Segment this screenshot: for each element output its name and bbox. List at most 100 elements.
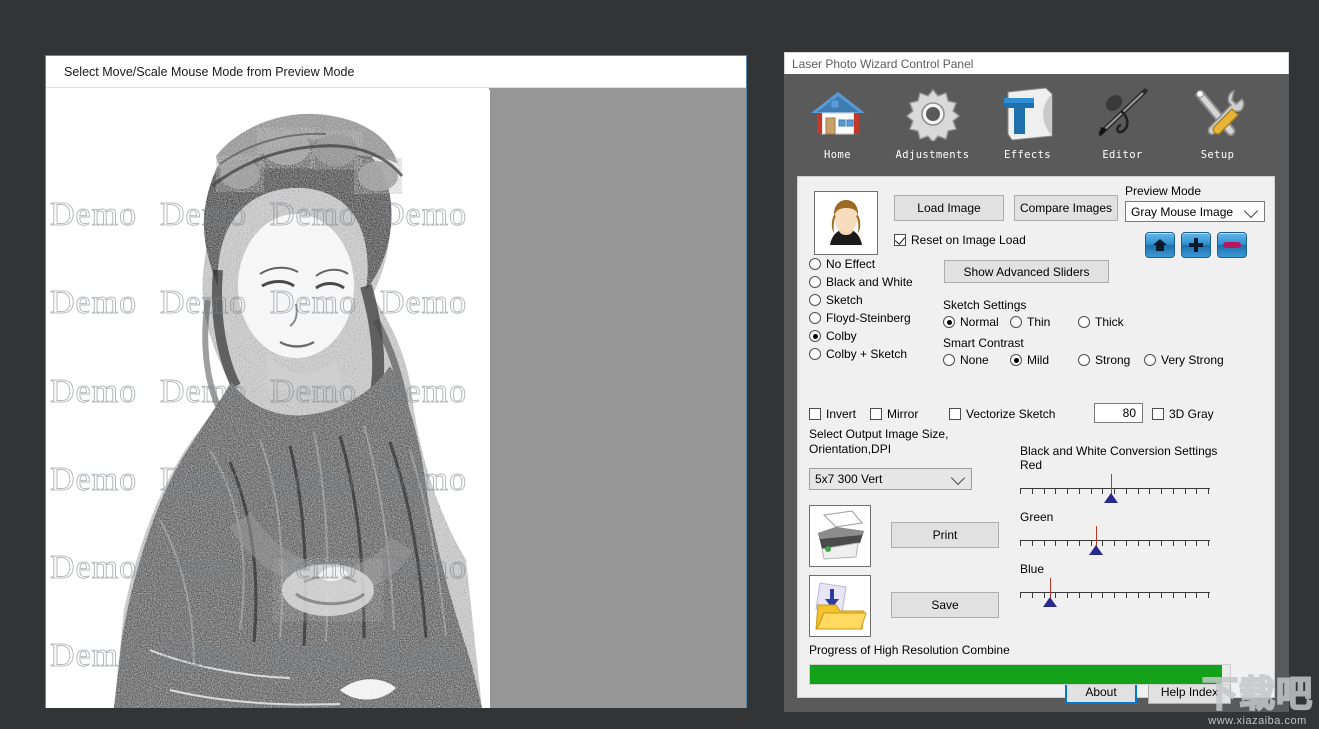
sketch-option-thick[interactable]: Thick	[1078, 315, 1124, 329]
toolbar-item-effects[interactable]: Effects	[980, 83, 1075, 161]
gear-icon	[905, 83, 961, 145]
preview-window-title: Select Move/Scale Mouse Mode from Previe…	[46, 56, 746, 88]
effect-option-floyd-steinberg[interactable]: Floyd-Steinberg	[809, 311, 911, 325]
toolbar-item-adjustments[interactable]: Adjustments	[885, 83, 980, 161]
progress-label: Progress of High Resolution Combine	[809, 643, 1010, 657]
radio-dot	[809, 312, 821, 324]
effect-option-sketch[interactable]: Sketch	[809, 293, 863, 307]
radio-dot	[809, 348, 821, 360]
contrast-option-label: Mild	[1027, 353, 1050, 367]
printer-icon	[818, 510, 864, 560]
canvas-gray-area	[489, 88, 746, 708]
progress-bar-fill	[810, 665, 1222, 684]
preview-photo	[90, 90, 490, 708]
load-image-button[interactable]: Load Image	[894, 195, 1004, 221]
toolbar-item-editor[interactable]: Editor	[1075, 83, 1170, 161]
progress-bar	[809, 664, 1231, 685]
effect-option-black-and-white[interactable]: Black and White	[809, 275, 913, 289]
effect-option-label: Colby	[826, 329, 857, 343]
slider-green[interactable]	[1020, 526, 1210, 556]
slider-label-red: Red	[1020, 458, 1043, 472]
checkbox-box	[809, 408, 821, 420]
contrast-option-strong[interactable]: Strong	[1078, 353, 1130, 367]
effect-option-no-effect[interactable]: No Effect	[809, 257, 875, 271]
toolbar: Home Adjustments Effects Editor Setup	[784, 74, 1289, 176]
print-button[interactable]: Print	[891, 522, 999, 548]
radio-dot	[1078, 316, 1090, 328]
toolbar-label-adjustments: Adjustments	[895, 149, 970, 161]
preview-window: Select Move/Scale Mouse Mode from Previe…	[45, 55, 747, 708]
printer-icon-box[interactable]	[809, 505, 871, 567]
radio-dot	[1078, 354, 1090, 366]
three-d-gray-label: 3D Gray	[1169, 407, 1214, 421]
toolbar-item-setup[interactable]: Setup	[1170, 83, 1265, 161]
effect-option-label: Colby + Sketch	[826, 347, 908, 361]
radio-dot	[1010, 316, 1022, 328]
mirror-checkbox[interactable]: Mirror	[870, 407, 918, 421]
sketch-option-normal[interactable]: Normal	[943, 315, 999, 329]
slider-thumb[interactable]	[1043, 597, 1057, 607]
reset-on-image-load-checkbox[interactable]: Reset on Image Load	[894, 233, 1026, 247]
checkbox-box	[949, 408, 961, 420]
radio-dot	[809, 330, 821, 342]
image-thumbnail[interactable]	[814, 191, 878, 255]
home-icon	[1153, 239, 1167, 251]
tools-wrench-screwdriver-icon	[1190, 83, 1246, 145]
contrast-option-very-strong[interactable]: Very Strong	[1144, 353, 1224, 367]
output-size-select[interactable]: 5x7 300 Vert	[809, 468, 972, 490]
effect-option-colby[interactable]: Colby	[809, 329, 857, 343]
effect-option-label: Black and White	[826, 275, 913, 289]
checkbox-box	[1152, 408, 1164, 420]
invert-checkbox[interactable]: Invert	[809, 407, 856, 421]
contrast-option-mild[interactable]: Mild	[1010, 353, 1049, 367]
radio-dot	[1010, 354, 1022, 366]
output-size-value: 5x7 300 Vert	[815, 472, 883, 486]
chevron-down-icon	[1243, 203, 1259, 218]
vectorize-sketch-label: Vectorize Sketch	[966, 407, 1056, 421]
effect-option-label: Floyd-Steinberg	[826, 311, 911, 325]
slider-thumb[interactable]	[1089, 545, 1103, 555]
panel-body: Load Image Compare Images Reset on Image…	[797, 176, 1275, 704]
zoom-out-button[interactable]	[1217, 232, 1247, 258]
preview-canvas[interactable]: DemoDemoDemoDemoDemoDemoDemoDemoDemoDemo…	[46, 88, 746, 708]
radio-dot	[809, 294, 821, 306]
compare-images-button[interactable]: Compare Images	[1014, 195, 1118, 221]
slider-blue[interactable]	[1020, 578, 1210, 608]
preview-home-button[interactable]	[1145, 232, 1175, 258]
slider-thumb[interactable]	[1104, 493, 1118, 503]
toolbar-item-home[interactable]: Home	[790, 83, 885, 161]
text-effects-icon	[1000, 83, 1056, 145]
radio-dot	[1144, 354, 1156, 366]
sketch-option-label: Thick	[1095, 315, 1124, 329]
vectorize-sketch-checkbox[interactable]: Vectorize Sketch	[949, 407, 1055, 421]
save-button[interactable]: Save	[891, 592, 999, 618]
contrast-option-none[interactable]: None	[943, 353, 989, 367]
show-advanced-sliders-button[interactable]: Show Advanced Sliders	[944, 260, 1109, 283]
radio-dot	[809, 258, 821, 270]
sketch-option-thin[interactable]: Thin	[1010, 315, 1050, 329]
preview-mode-label: Preview Mode	[1125, 184, 1202, 198]
slider-red[interactable]	[1020, 474, 1210, 504]
effect-option-label: Sketch	[826, 293, 863, 307]
zoom-in-button[interactable]	[1181, 232, 1211, 258]
effect-option-colby-sketch[interactable]: Colby + Sketch	[809, 347, 907, 361]
toolbar-label-home: Home	[824, 149, 851, 161]
control-panel-window: Laser Photo Wizard Control Panel Home Ad…	[784, 52, 1289, 712]
toolbar-label-setup: Setup	[1200, 149, 1235, 161]
smart-contrast-label: Smart Contrast	[943, 336, 1024, 350]
save-icon-box[interactable]	[809, 575, 871, 637]
sketch-option-label: Normal	[960, 315, 999, 329]
preview-mode-select[interactable]: Gray Mouse Image	[1125, 201, 1265, 222]
radio-dot	[809, 276, 821, 288]
effect-option-label: No Effect	[826, 257, 876, 271]
preview-mode-value: Gray Mouse Image	[1131, 204, 1234, 219]
home-icon	[809, 83, 867, 145]
output-size-label-line1: Select Output Image Size,	[809, 427, 949, 441]
radio-dot	[943, 316, 955, 328]
threshold-input[interactable]: 80	[1094, 403, 1143, 423]
checkbox-box	[870, 408, 882, 420]
three-d-gray-checkbox[interactable]: 3D Gray	[1152, 407, 1214, 421]
site-watermark-url: www.xiazaiba.com	[1208, 715, 1307, 727]
reset-on-image-load-label: Reset on Image Load	[911, 233, 1026, 247]
slider-track	[1020, 540, 1210, 550]
